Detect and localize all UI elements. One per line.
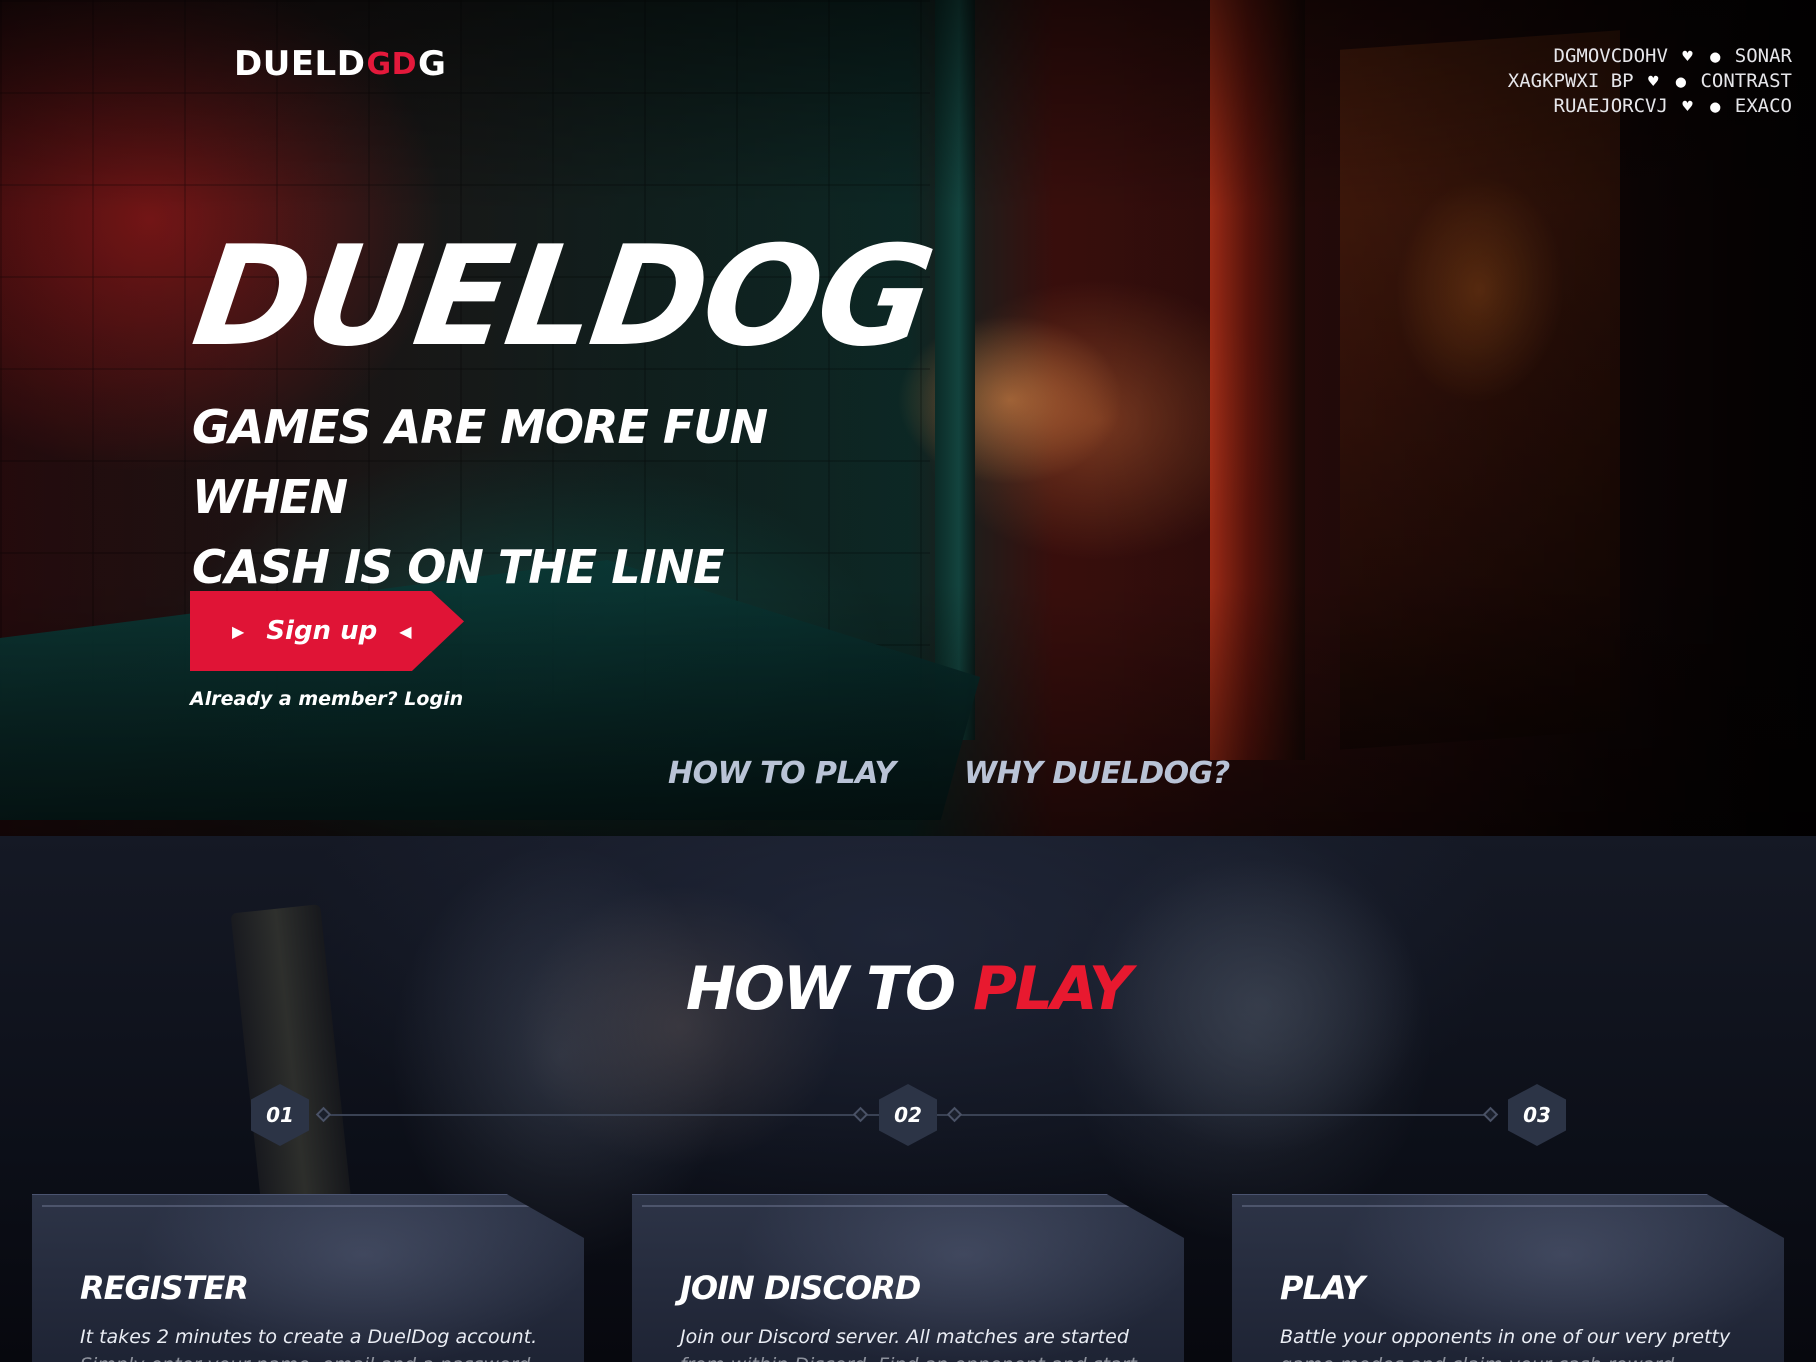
background-soldier-helmet: [1000, 836, 1520, 1216]
grenade-icon: ●: [1710, 47, 1721, 67]
logo-text-right: G: [417, 44, 447, 84]
card-text-line: Join our Discord server. All matches are…: [680, 1326, 1129, 1348]
play-arrow-icon: ◀: [399, 621, 412, 641]
card-text: Battle your opponents in one of our very…: [1280, 1323, 1754, 1362]
card-text-line: game modes and claim your cash reward: [1280, 1351, 1754, 1362]
how-to-play-title-accent: PLAY: [972, 954, 1132, 1024]
hero-subtitle-line: GAMES ARE MORE FUN WHEN: [192, 400, 768, 524]
card-text: Join our Discord server. All matches are…: [680, 1323, 1154, 1362]
gun-icon: ♥: [1682, 47, 1693, 67]
logo-mark: GD: [366, 46, 417, 82]
background-soldier-face: [380, 856, 900, 1236]
card-text-line: from within Discord. Find an opponent an…: [680, 1351, 1154, 1362]
logo-text-left: DUELD: [234, 44, 366, 84]
kill-feed-victim: EXACO: [1734, 95, 1792, 117]
how-to-play-title-main: HOW TO: [685, 954, 973, 1024]
card-title: PLAY: [1280, 1269, 1365, 1307]
how-to-play-title: HOW TO PLAY: [0, 954, 1816, 1024]
card-decor-line: [42, 1205, 574, 1207]
signup-button-label: Sign up: [266, 616, 378, 646]
nav-why-dueldog[interactable]: WHY DUELDOG?: [964, 756, 1230, 791]
kill-feed-victim: SONAR: [1734, 45, 1792, 67]
hero-section: DUELD GD G DGMOVCDOHV ♥ ● SONAR XAGKPWXI…: [0, 0, 1816, 836]
signup-button[interactable]: ▶ Sign up ◀: [190, 591, 464, 671]
login-link[interactable]: Already a member? Login: [190, 688, 463, 710]
kill-feed-row: RUAEJORCVJ ♥ ● EXACO: [1508, 94, 1792, 119]
kill-feed: DGMOVCDOHV ♥ ● SONAR XAGKPWXI BP ♥ ● CON…: [1508, 44, 1792, 119]
gun-icon: ♥: [1648, 72, 1659, 92]
card-decor-line: [1242, 1205, 1774, 1207]
hero-title: DUELDOG: [184, 216, 941, 377]
kill-feed-player: RUAEJORCVJ: [1553, 95, 1668, 117]
gun-icon: ♥: [1682, 97, 1693, 117]
card-decor-line: [642, 1205, 1174, 1207]
site-logo[interactable]: DUELD GD G: [234, 44, 446, 84]
kill-feed-player: DGMOVCDOHV: [1553, 45, 1668, 67]
card-title: REGISTER: [80, 1269, 249, 1307]
background-gun: [230, 904, 352, 1212]
card-text-line: Simply enter your name, email and a pass…: [80, 1351, 554, 1362]
play-arrow-icon: ▶: [232, 621, 245, 641]
card-title: JOIN DISCORD: [680, 1269, 921, 1307]
nav-how-to-play[interactable]: HOW TO PLAY: [668, 756, 896, 791]
kill-feed-row: DGMOVCDOHV ♥ ● SONAR: [1508, 44, 1792, 69]
kill-feed-row: XAGKPWXI BP ♥ ● CONTRAST: [1508, 69, 1792, 94]
step-card-play: PLAY Battle your opponents in one of our…: [1232, 1194, 1784, 1362]
kill-feed-player: XAGKPWXI BP: [1507, 70, 1634, 92]
card-text-line: Battle your opponents in one of our very…: [1280, 1326, 1731, 1348]
card-text-line: It takes 2 minutes to create a DuelDog a…: [80, 1326, 538, 1348]
grenade-icon: ●: [1675, 72, 1687, 92]
kill-feed-victim: CONTRAST: [1700, 70, 1792, 92]
step-card-join-discord: JOIN DISCORD Join our Discord server. Al…: [632, 1194, 1184, 1362]
card-text: It takes 2 minutes to create a DuelDog a…: [80, 1323, 554, 1362]
step-card-register: REGISTER It takes 2 minutes to create a …: [32, 1194, 584, 1362]
grenade-icon: ●: [1710, 97, 1721, 117]
hero-subtitle: GAMES ARE MORE FUN WHEN CASH IS ON THE L…: [192, 392, 832, 602]
